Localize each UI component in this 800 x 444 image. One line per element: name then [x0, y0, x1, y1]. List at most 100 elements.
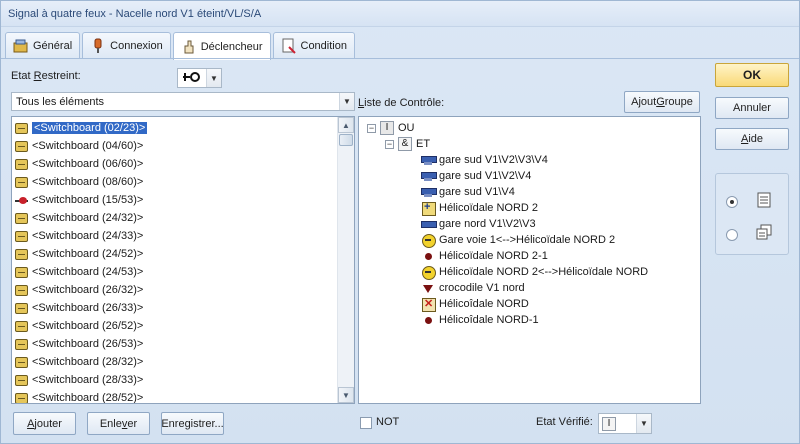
list-item[interactable]: <Switchboard (24/33)>: [14, 227, 345, 245]
ok-button[interactable]: OK: [715, 63, 789, 87]
chevron-down-icon[interactable]: ▼: [636, 414, 651, 433]
not-label: NOT: [376, 416, 400, 428]
tree-item[interactable]: gare nord V1\V2\V3: [421, 216, 536, 232]
state-value-icon: I: [602, 416, 616, 431]
general-icon: [13, 38, 29, 54]
list-item[interactable]: <Switchboard (24/52)>: [14, 245, 345, 263]
tree-item[interactable]: crocodile V1 nord: [421, 280, 525, 296]
remove-button[interactable]: Enle v er: [87, 412, 150, 435]
element-filter-select[interactable]: Tous les éléments ▼: [11, 92, 355, 111]
list-item[interactable]: <Switchboard (15/53)>: [14, 191, 345, 209]
tree-item-label: Hélicoïdale NORD 2<-->Hélicoïdale NORD: [439, 266, 649, 278]
list-item[interactable]: <Switchboard (26/33)>: [14, 299, 345, 317]
view-options-group: [715, 173, 789, 255]
view-copy-radio[interactable]: [726, 229, 738, 241]
switchboard-icon: [15, 140, 28, 152]
heli-icon: [421, 201, 436, 216]
tree-item[interactable]: Hélicoïdale NORD 2<-->Hélicoïdale NORD: [421, 264, 648, 280]
chevron-down-icon[interactable]: ▼: [339, 93, 354, 110]
list-item[interactable]: <Switchboard (28/32)>: [14, 353, 345, 371]
collapse-icon[interactable]: −: [385, 139, 394, 149]
etat-restreint-label: Etat Restreint:: [11, 70, 81, 82]
tree-item-label: Hélicoîdale NORD-1: [439, 314, 539, 326]
switchboard-icon: [15, 392, 28, 403]
tree-node-et[interactable]: − & ET: [385, 136, 430, 152]
cross-icon: [421, 297, 436, 312]
tree-item[interactable]: Hélicoïdale NORD 2: [421, 200, 538, 216]
tree-item-label: gare sud V1\V4: [439, 186, 515, 198]
dot-icon: [421, 314, 435, 327]
list-item[interactable]: <Switchboard (26/53)>: [14, 335, 345, 353]
add-button[interactable]: Ajouter: [13, 412, 76, 435]
switchboard-icon: [15, 302, 28, 314]
etat-verifie-label: Etat Vérifié:: [536, 416, 593, 428]
list-item[interactable]: <Switchboard (02/23)>: [14, 119, 345, 137]
list-item[interactable]: <Switchboard (24/53)>: [14, 263, 345, 281]
tree-item[interactable]: Hélicoïdale NORD 2-1: [421, 248, 548, 264]
etat-restreint-select[interactable]: ▼: [177, 68, 222, 88]
list-item-label: <Switchboard (15/53)>: [32, 194, 144, 206]
collapse-icon[interactable]: −: [367, 123, 376, 133]
scroll-down-icon[interactable]: ▼: [338, 387, 354, 403]
tree-item[interactable]: Hélicoîdale NORD-1: [421, 312, 539, 328]
list-item-label: <Switchboard (02/23)>: [32, 122, 148, 134]
list-item-label: <Switchboard (24/33)>: [32, 230, 144, 242]
tree-item-label: gare sud V1\V2\V4: [439, 170, 532, 182]
list-item-label: <Switchboard (08/60)>: [32, 176, 144, 188]
list-item[interactable]: <Switchboard (26/32)>: [14, 281, 345, 299]
control-list-label: Liste de Contrôle:: [358, 97, 445, 109]
list-item[interactable]: <Switchboard (28/52)>: [14, 389, 345, 404]
tree-item-label: gare nord V1\V2\V3: [439, 218, 536, 230]
control-tree[interactable]: − I OU − & ET gare sud V1\V2\V3\V4 gare s…: [358, 116, 701, 404]
list-view-icon: [756, 192, 772, 211]
list-item-label: <Switchboard (28/52)>: [32, 392, 144, 404]
yellow-icon: [421, 233, 436, 248]
switchboard-icon: [15, 212, 28, 224]
tree-item[interactable]: Gare voie 1<-->Hélicoïdale NORD 2: [421, 232, 615, 248]
cancel-button[interactable]: Annuler: [715, 97, 789, 119]
add-group-button[interactable]: Ajout Groupe: [624, 91, 700, 113]
tree-item[interactable]: gare sud V1\V2\V4: [421, 168, 531, 184]
tab-declencheur[interactable]: Déclencheur: [172, 32, 271, 60]
list-item-label: <Switchboard (26/32)>: [32, 284, 144, 296]
switchboard-icon: [15, 374, 28, 386]
element-list-scrollbar[interactable]: ▲ ▼: [337, 117, 354, 403]
tree-item[interactable]: gare sud V1\V2\V3\V4: [421, 152, 548, 168]
declencheur-icon: [181, 39, 197, 55]
tree-item-label: Hélicoïdale NORD 2: [439, 202, 539, 214]
tree-item[interactable]: Hélicoîdale NORD: [421, 296, 529, 312]
scroll-up-icon[interactable]: ▲: [338, 117, 354, 133]
help-button[interactable]: Aide: [715, 128, 789, 150]
title-bar: Signal à quatre feux - Nacelle nord V1 é…: [1, 1, 799, 27]
element-list[interactable]: <Switchboard (02/23)> <Switchboard (04/60…: [11, 116, 355, 404]
list-item[interactable]: <Switchboard (08/60)>: [14, 173, 345, 191]
list-item[interactable]: <Switchboard (26/52)>: [14, 317, 345, 335]
switchboard-icon: [15, 158, 28, 170]
save-button[interactable]: Enregistrer...: [161, 412, 224, 435]
etat-verifie-select[interactable]: I ▼: [598, 413, 652, 434]
and-operator-icon: &: [398, 137, 412, 151]
gare-icon: [421, 218, 437, 231]
tree-item[interactable]: gare sud V1\V4: [421, 184, 515, 200]
list-item[interactable]: <Switchboard (28/33)>: [14, 371, 345, 389]
chevron-down-icon[interactable]: ▼: [206, 69, 221, 87]
tree-node-ou[interactable]: − I OU: [367, 120, 415, 136]
switchboard-icon: [15, 230, 28, 242]
or-operator-icon: I: [380, 121, 394, 135]
connexion-icon: [90, 38, 106, 54]
list-item[interactable]: <Switchboard (24/32)>: [14, 209, 345, 227]
switchboard-icon: [15, 266, 28, 278]
list-item-label: <Switchboard (26/52)>: [32, 320, 144, 332]
dot-icon: [421, 250, 435, 263]
tab-general[interactable]: Général: [5, 32, 81, 59]
tab-condition[interactable]: Condition: [272, 32, 355, 59]
list-item[interactable]: <Switchboard (04/60)>: [14, 137, 345, 155]
not-checkbox[interactable]: [360, 417, 372, 429]
tab-connexion[interactable]: Connexion: [82, 32, 171, 59]
view-list-radio[interactable]: [726, 196, 738, 208]
list-item[interactable]: <Switchboard (06/60)>: [14, 155, 345, 173]
tree-item-label: gare sud V1\V2\V3\V4: [439, 154, 548, 166]
condition-icon: [281, 38, 297, 54]
tree-item-label: Hélicoïdale NORD 2-1: [439, 250, 548, 262]
scroll-thumb[interactable]: [339, 134, 353, 146]
